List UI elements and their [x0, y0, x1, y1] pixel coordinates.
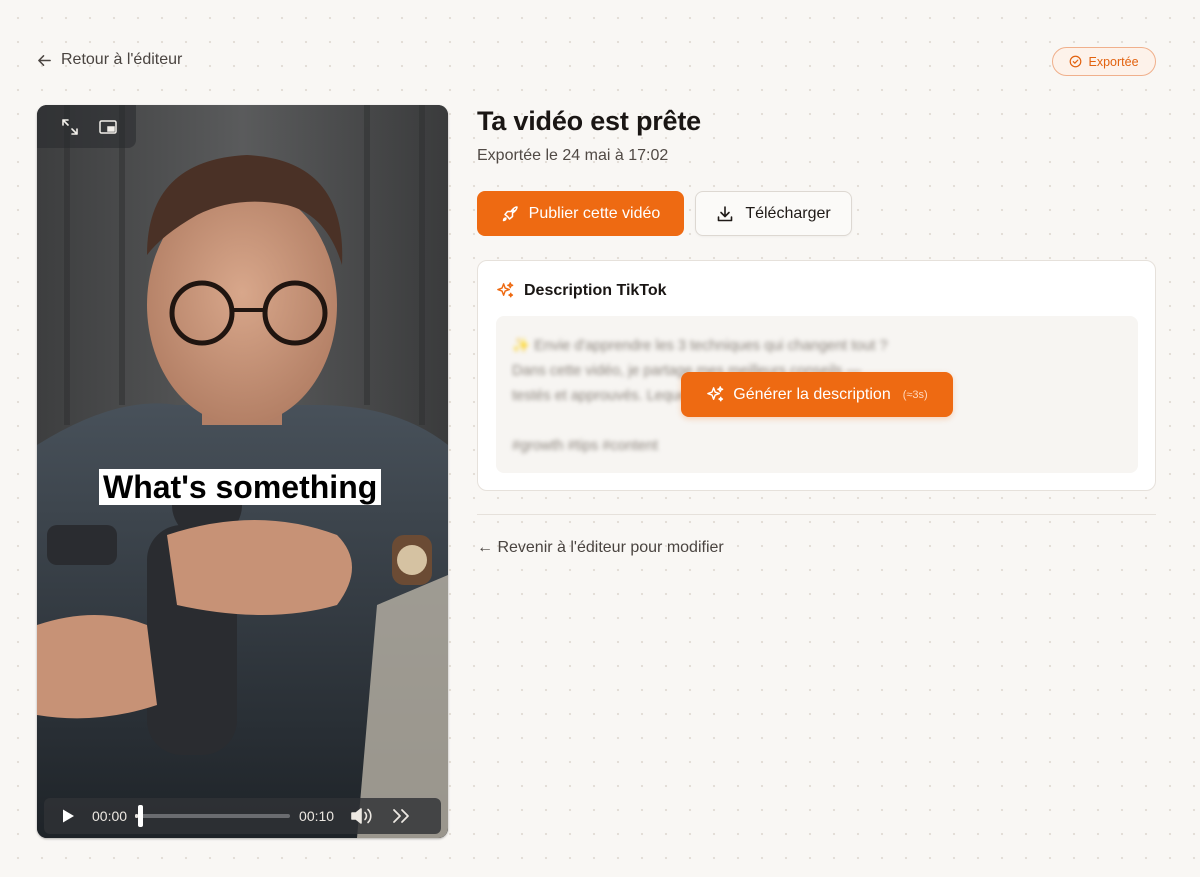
- current-time: 00:00: [92, 808, 128, 824]
- description-card: Description TikTok ✨ Envie d'apprendre l…: [477, 260, 1156, 491]
- volume-button[interactable]: [349, 805, 375, 827]
- play-button[interactable]: [60, 808, 76, 824]
- picture-in-picture-icon[interactable]: [98, 117, 118, 137]
- download-button[interactable]: Télécharger: [695, 191, 852, 236]
- return-to-editor-link[interactable]: ← Revenir à l'éditeur pour modifier: [477, 539, 724, 557]
- back-to-editor-label: Retour à l'éditeur: [61, 51, 183, 68]
- export-date: Exportée le 24 mai à 17:02: [477, 147, 669, 164]
- generate-description-button[interactable]: Générer la description (≈3s): [681, 372, 953, 417]
- description-header: Description TikTok: [496, 281, 667, 300]
- page-title: Ta vidéo est prête: [477, 106, 701, 136]
- download-icon: [718, 205, 733, 221]
- expand-icon[interactable]: [60, 117, 80, 137]
- skip-forward-button[interactable]: [389, 805, 415, 827]
- publish-label: Publier cette vidéo: [528, 204, 661, 222]
- sparkles-icon: [497, 282, 514, 298]
- generate-time-hint: (≈3s): [902, 388, 928, 401]
- check-circle-icon: [1070, 55, 1082, 68]
- back-to-editor-link[interactable]: Retour à l'éditeur: [37, 51, 182, 69]
- download-label: Télécharger: [745, 204, 831, 222]
- volume-icon: [351, 808, 372, 824]
- description-title: Description TikTok: [524, 281, 667, 299]
- player-top-controls: [37, 105, 136, 148]
- description-preview: ✨ Envie d'apprendre les 3 techniques qui…: [496, 316, 1138, 473]
- generate-description-label: Générer la description: [733, 385, 891, 403]
- skip-forward-icon: [393, 809, 409, 823]
- arrow-left-icon: [38, 54, 51, 66]
- divider: [477, 514, 1156, 515]
- duration: 00:10: [299, 808, 335, 824]
- publish-button[interactable]: Publier cette vidéo: [477, 191, 684, 236]
- player-control-bar: 00:00 00:10: [44, 798, 441, 834]
- status-label: Exportée: [1088, 54, 1139, 69]
- video-player[interactable]: What's something 00:00 00:10: [37, 105, 448, 838]
- play-icon: [63, 809, 74, 823]
- status-badge: Exportée: [1052, 47, 1156, 76]
- video-caption: What's something: [99, 469, 382, 505]
- seek-bar[interactable]: [135, 805, 291, 827]
- rocket-icon: [502, 205, 518, 221]
- sparkles-icon: [707, 386, 724, 402]
- seek-handle[interactable]: [138, 805, 144, 827]
